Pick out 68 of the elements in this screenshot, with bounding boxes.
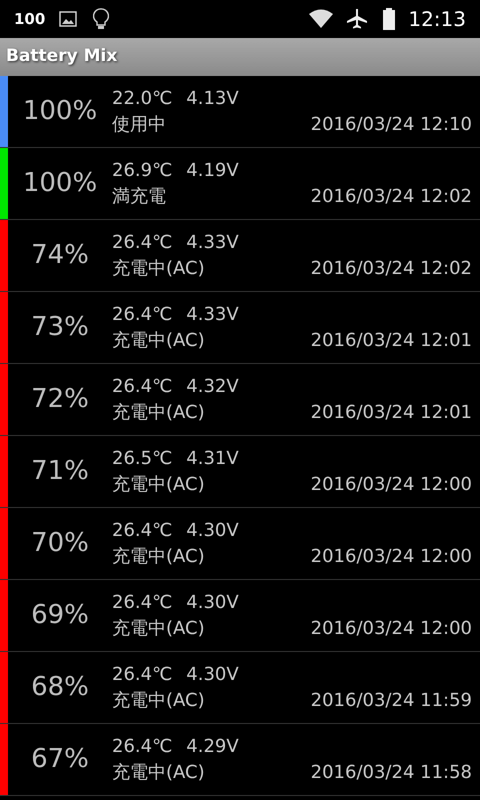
temperature: 26.9℃ xyxy=(112,158,172,182)
temperature: 26.4℃ xyxy=(112,230,172,254)
voltage: 4.30V xyxy=(186,590,239,614)
voltage: 4.29V xyxy=(186,734,239,758)
battery-log-item[interactable]: 100% 26.9℃ 4.19V 満充電 2016/03/24 12:02 xyxy=(0,148,480,220)
temperature: 26.4℃ xyxy=(112,734,172,758)
battery-log-item[interactable]: 74% 26.4℃ 4.33V 充電中(AC) 2016/03/24 12:02 xyxy=(0,220,480,292)
battery-percentage: 100% xyxy=(22,167,98,200)
battery-percentage: 72% xyxy=(31,383,89,416)
charge-status: 充電中(AC) xyxy=(112,616,205,640)
battery-percentage: 74% xyxy=(31,239,89,272)
battery-log-item[interactable]: 69% 26.4℃ 4.30V 充電中(AC) 2016/03/24 12:00 xyxy=(0,580,480,652)
voltage: 4.13V xyxy=(186,86,239,110)
voltage: 4.32V xyxy=(186,374,239,398)
timestamp: 2016/03/24 12:10 xyxy=(310,112,472,136)
timestamp: 2016/03/24 12:02 xyxy=(310,256,472,280)
charge-status: 充電中(AC) xyxy=(112,688,205,712)
timestamp: 2016/03/24 12:00 xyxy=(310,472,472,496)
timestamp: 2016/03/24 12:01 xyxy=(310,400,472,424)
app-title: Battery Mix xyxy=(6,45,118,68)
temperature: 26.4℃ xyxy=(112,302,172,326)
charge-status: 充電中(AC) xyxy=(112,472,205,496)
charge-status: 充電中(AC) xyxy=(112,256,205,280)
battery-log-item[interactable]: 70% 26.4℃ 4.30V 充電中(AC) 2016/03/24 12:00 xyxy=(0,508,480,580)
temperature: 26.5℃ xyxy=(112,446,172,470)
image-icon xyxy=(59,11,78,27)
battery-percentage: 68% xyxy=(31,671,89,704)
voltage: 4.30V xyxy=(186,518,239,542)
battery-percent: 100 xyxy=(14,8,46,30)
charge-status: 充電中(AC) xyxy=(112,544,205,568)
battery-log-item[interactable]: 73% 26.4℃ 4.33V 充電中(AC) 2016/03/24 12:01 xyxy=(0,292,480,364)
battery-log-item[interactable]: 67% 26.4℃ 4.29V 充電中(AC) 2016/03/24 11:58 xyxy=(0,724,480,796)
battery-percentage: 70% xyxy=(31,527,89,560)
timestamp: 2016/03/24 12:02 xyxy=(310,184,472,208)
charge-status: 使用中 xyxy=(112,112,166,136)
battery-log-item[interactable]: 100% 22.0℃ 4.13V 使用中 2016/03/24 12:10 xyxy=(0,76,480,148)
voltage: 4.33V xyxy=(186,302,239,326)
voltage: 4.31V xyxy=(186,446,239,470)
battery-log-item[interactable]: 72% 26.4℃ 4.32V 充電中(AC) 2016/03/24 12:01 xyxy=(0,364,480,436)
battery-percentage: 73% xyxy=(31,311,89,344)
charge-status: 充電中(AC) xyxy=(112,400,205,424)
charge-status: 充電中(AC) xyxy=(112,328,205,352)
clock-time: 12:13 xyxy=(408,6,466,33)
battery-log-item[interactable]: 71% 26.5℃ 4.31V 充電中(AC) 2016/03/24 12:00 xyxy=(0,436,480,508)
battery-icon xyxy=(382,8,396,30)
battery-percentage: 67% xyxy=(31,743,89,776)
battery-log-item[interactable]: 68% 26.4℃ 4.30V 充電中(AC) 2016/03/24 11:59 xyxy=(0,652,480,724)
wifi-icon xyxy=(308,9,334,29)
voltage: 4.19V xyxy=(186,158,239,182)
airplane-icon xyxy=(346,8,368,30)
timestamp: 2016/03/24 12:00 xyxy=(310,616,472,640)
voltage: 4.30V xyxy=(186,662,239,686)
battery-percentage: 100% xyxy=(22,95,98,128)
charge-status: 満充電 xyxy=(112,184,166,208)
temperature: 26.4℃ xyxy=(112,662,172,686)
temperature: 26.4℃ xyxy=(112,518,172,542)
charge-status: 充電中(AC) xyxy=(112,760,205,784)
battery-percentage: 69% xyxy=(31,599,89,632)
temperature: 22.0℃ xyxy=(112,86,172,110)
timestamp: 2016/03/24 12:01 xyxy=(310,328,472,352)
timestamp: 2016/03/24 11:58 xyxy=(310,760,472,784)
battery-percentage: 71% xyxy=(31,455,89,488)
temperature: 26.4℃ xyxy=(112,374,172,398)
timestamp: 2016/03/24 11:59 xyxy=(310,688,472,712)
light-bulb-icon xyxy=(93,8,110,30)
temperature: 26.4℃ xyxy=(112,590,172,614)
voltage: 4.33V xyxy=(186,230,239,254)
timestamp: 2016/03/24 12:00 xyxy=(310,544,472,568)
